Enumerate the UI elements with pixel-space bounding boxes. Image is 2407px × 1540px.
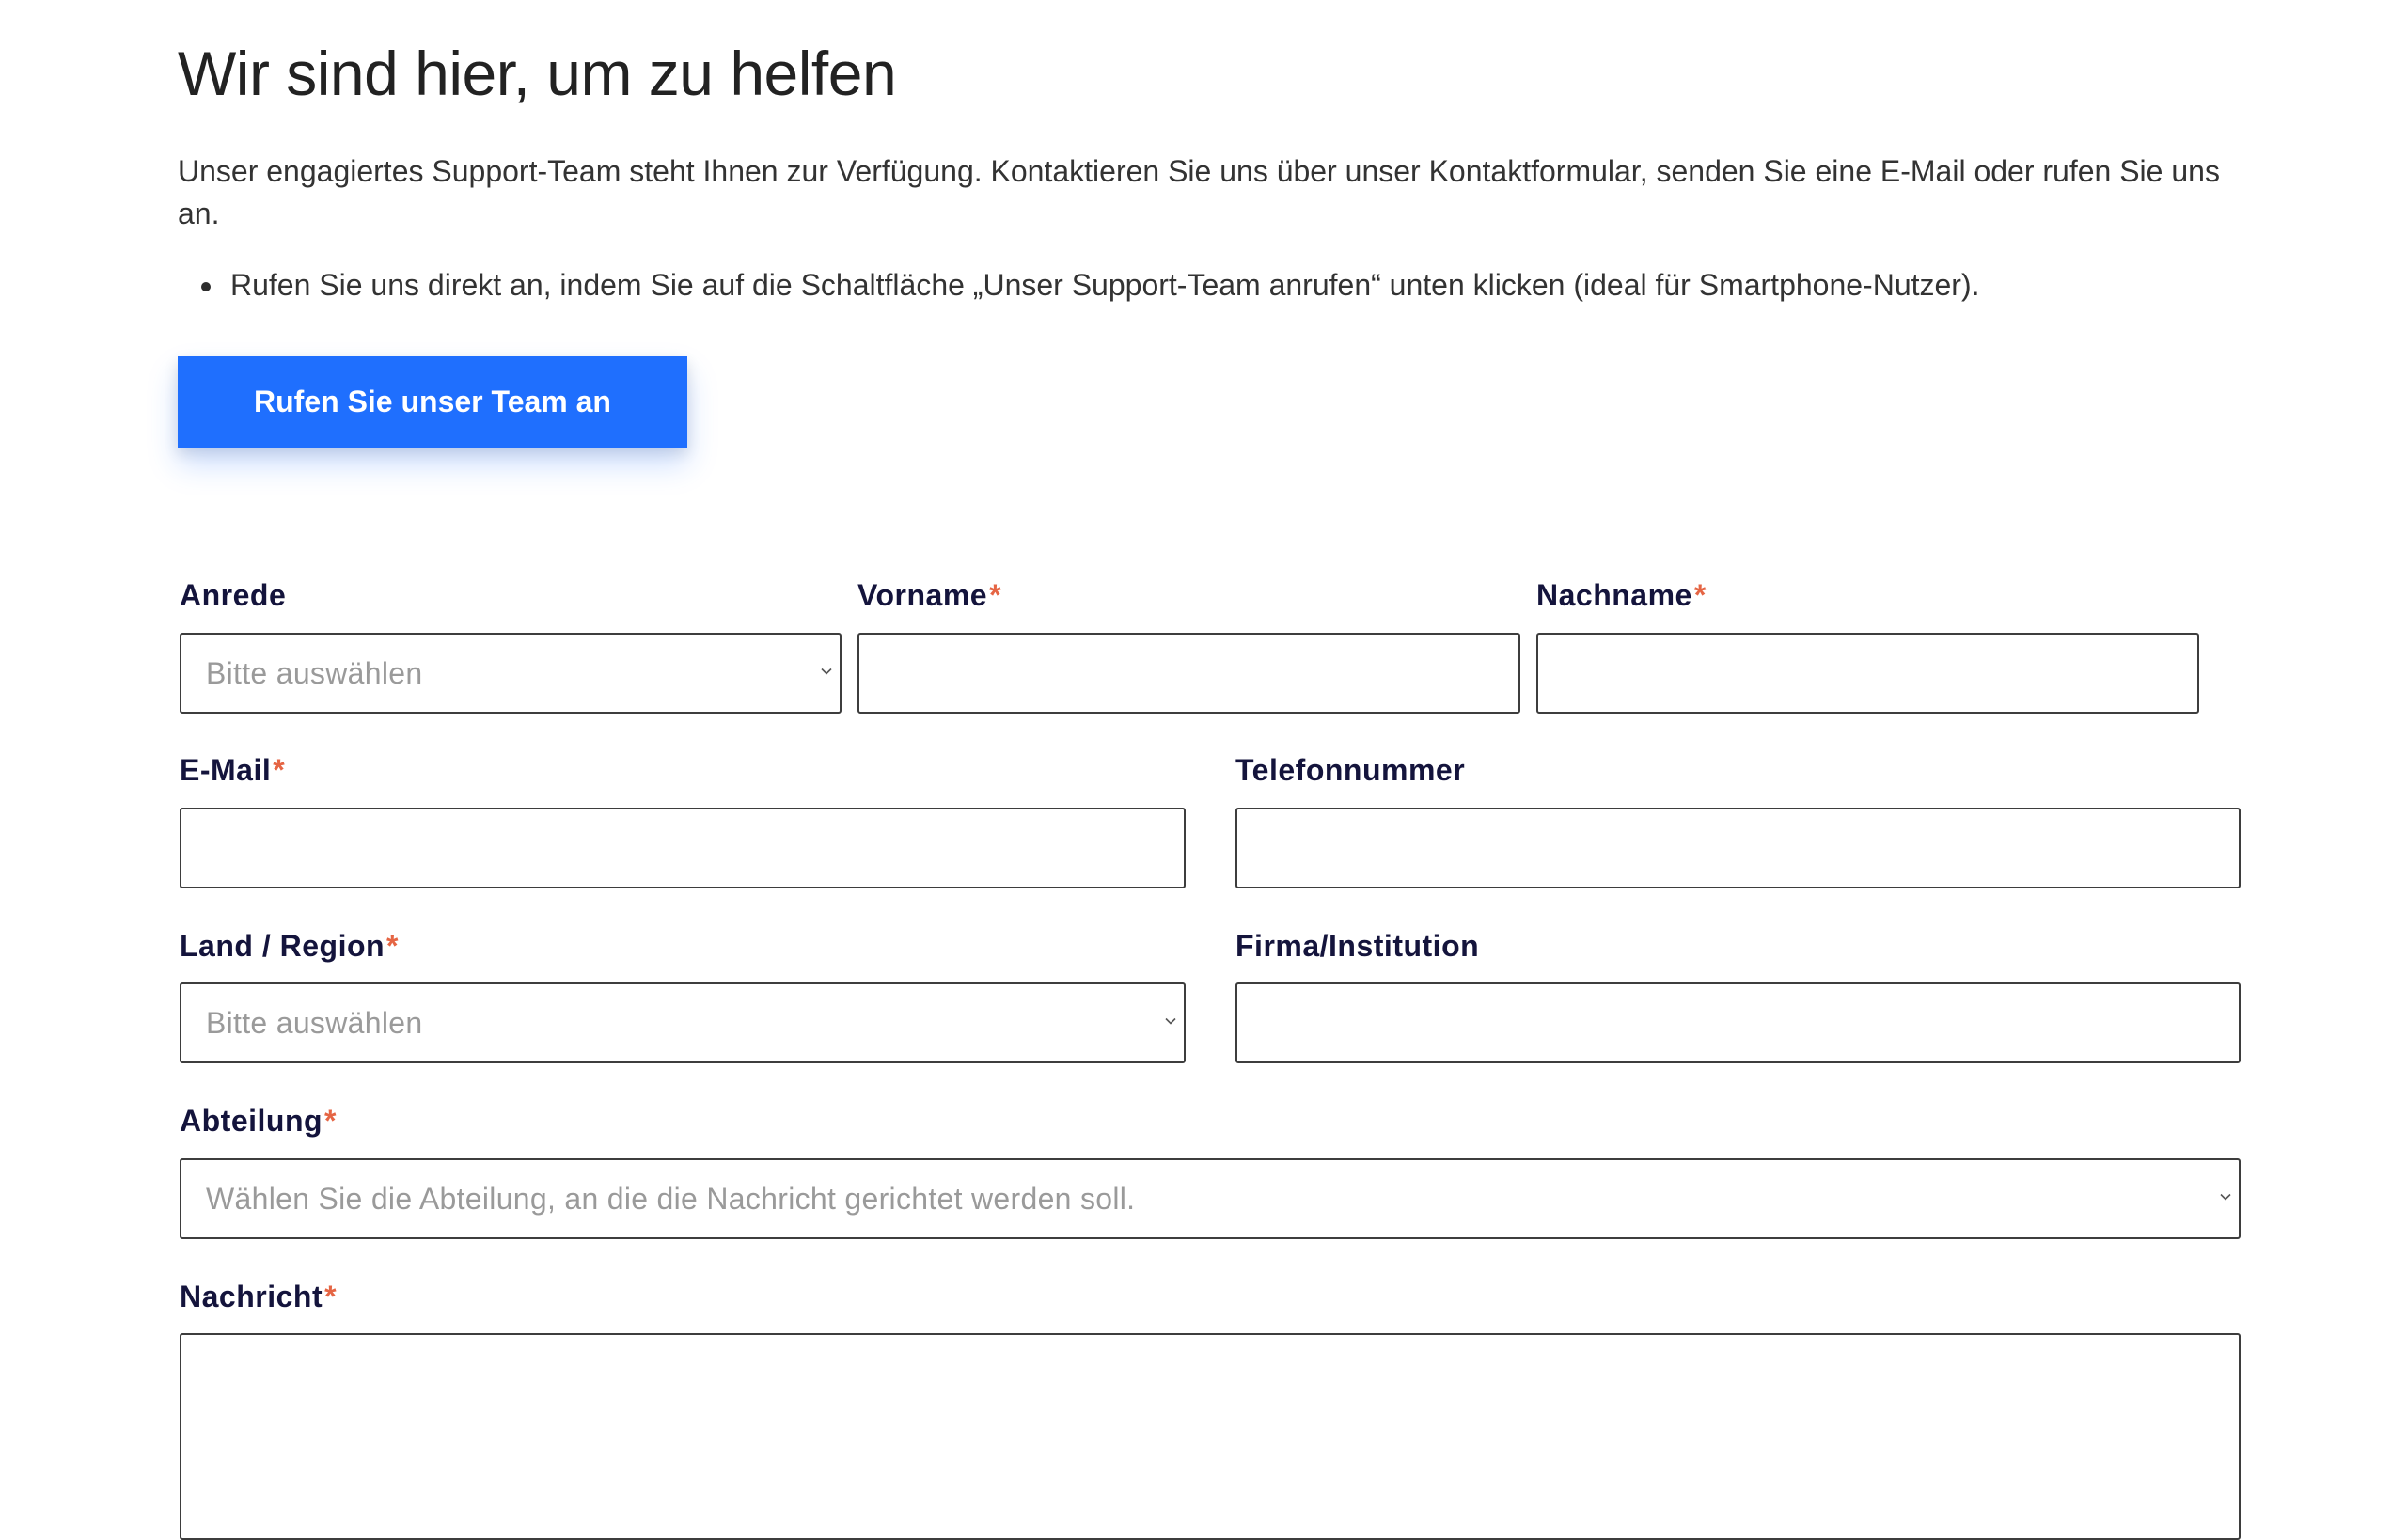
phone-label: Telefonnummer [1235,753,1465,788]
country-select[interactable]: Bitte auswählen [180,982,1186,1063]
first-name-label: Vorname* [857,578,1001,613]
chevron-down-icon [2220,1191,2231,1202]
email-label: E-Mail* [180,753,285,788]
required-asterisk: * [273,753,286,787]
department-label: Abteilung* [180,1104,337,1139]
chevron-down-icon [821,666,832,677]
page-title: Wir sind hier, um zu helfen [178,39,897,108]
email-field[interactable] [180,808,1186,888]
message-label: Nachricht* [180,1280,337,1314]
department-placeholder: Wählen Sie die Abteilung, an die die Nac… [206,1182,1136,1216]
company-label: Firma/Institution [1235,929,1479,964]
message-label-text: Nachricht [180,1280,323,1313]
first-name-label-text: Vorname [857,578,988,612]
required-asterisk: * [1693,578,1707,612]
salutation-label: Anrede [180,578,286,613]
department-label-text: Abteilung [180,1104,323,1138]
chevron-down-icon [1165,1015,1176,1027]
company-label-text: Firma/Institution [1235,929,1480,963]
required-asterisk: * [324,1280,338,1313]
country-placeholder: Bitte auswählen [206,1006,423,1040]
required-asterisk: * [989,578,1002,612]
last-name-label-text: Nachname [1536,578,1692,612]
company-field[interactable] [1235,982,2241,1063]
message-textarea[interactable] [180,1333,2241,1540]
salutation-placeholder: Bitte auswählen [206,656,423,690]
phone-label-text: Telefonnummer [1235,753,1466,787]
last-name-label: Nachname* [1536,578,1707,613]
salutation-select[interactable]: Bitte auswählen [180,633,842,714]
phone-field[interactable] [1235,808,2241,888]
required-asterisk: * [324,1104,337,1138]
email-label-text: E-Mail [180,753,272,787]
first-name-input[interactable] [857,633,1520,714]
info-list: Rufen Sie uns direkt an, indem Sie auf d… [178,264,1980,306]
required-asterisk: * [386,929,399,963]
list-item: Rufen Sie uns direkt an, indem Sie auf d… [178,264,1980,306]
last-name-input[interactable] [1536,633,2199,714]
department-select[interactable]: Wählen Sie die Abteilung, an die die Nac… [180,1158,2241,1239]
country-label: Land / Region* [180,929,399,964]
salutation-label-text: Anrede [180,578,287,612]
call-team-button[interactable]: Rufen Sie unser Team an [178,356,687,448]
country-label-text: Land / Region [180,929,385,963]
intro-paragraph: Unser engagiertes Support-Team steht Ihn… [178,154,2220,230]
